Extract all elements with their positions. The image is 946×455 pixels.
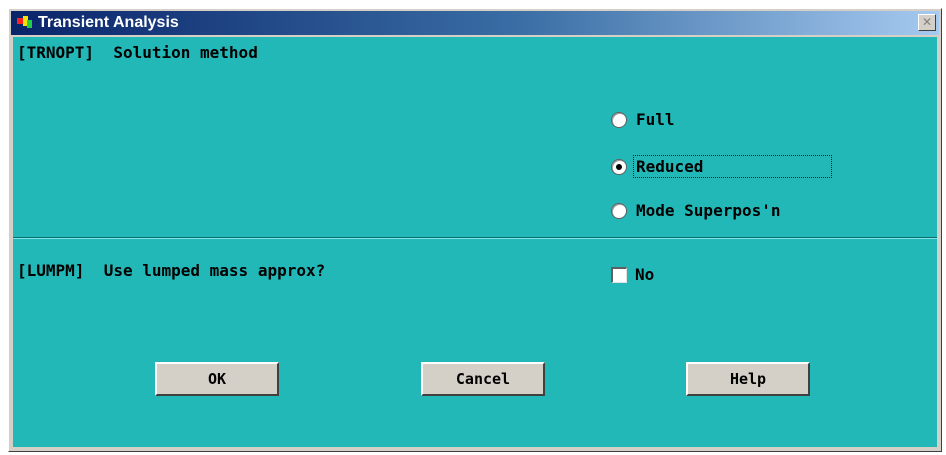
lumped-mass-checkbox-label: No (635, 265, 655, 284)
transient-analysis-dialog: Transient Analysis ✕ [TRNOPT] Solution m… (8, 8, 942, 452)
lumpm-label: [LUMPM] Use lumped mass approx? (17, 261, 326, 280)
section-divider (13, 237, 937, 239)
radio-mode-superposition-indicator[interactable] (611, 202, 627, 219)
radio-full-label: Full (636, 110, 675, 129)
radio-mode-superposition-label: Mode Superpos'n (636, 201, 781, 220)
radio-full-indicator[interactable] (611, 111, 627, 128)
dialog-title: Transient Analysis (38, 14, 179, 31)
lumped-mass-checkbox[interactable] (611, 266, 627, 283)
title-bar[interactable]: Transient Analysis ✕ (11, 11, 939, 35)
help-button[interactable]: Help (686, 362, 810, 396)
lumped-mass-option[interactable]: No (611, 265, 654, 284)
dialog-body: [TRNOPT] Solution method Full Reduced Mo… (13, 37, 937, 447)
radio-option-mode-superposition[interactable]: Mode Superpos'n (611, 201, 781, 220)
ansys-app-icon (17, 16, 33, 30)
close-button[interactable]: ✕ (918, 14, 936, 31)
radio-reduced-label: Reduced (633, 155, 833, 178)
trnopt-label: [TRNOPT] Solution method (17, 43, 258, 62)
close-icon: ✕ (921, 15, 933, 29)
radio-reduced-indicator[interactable] (611, 158, 627, 175)
ok-button[interactable]: OK (155, 362, 279, 396)
radio-option-full[interactable]: Full (611, 110, 675, 129)
cancel-button[interactable]: Cancel (421, 362, 545, 396)
radio-option-reduced[interactable]: Reduced (611, 155, 833, 178)
